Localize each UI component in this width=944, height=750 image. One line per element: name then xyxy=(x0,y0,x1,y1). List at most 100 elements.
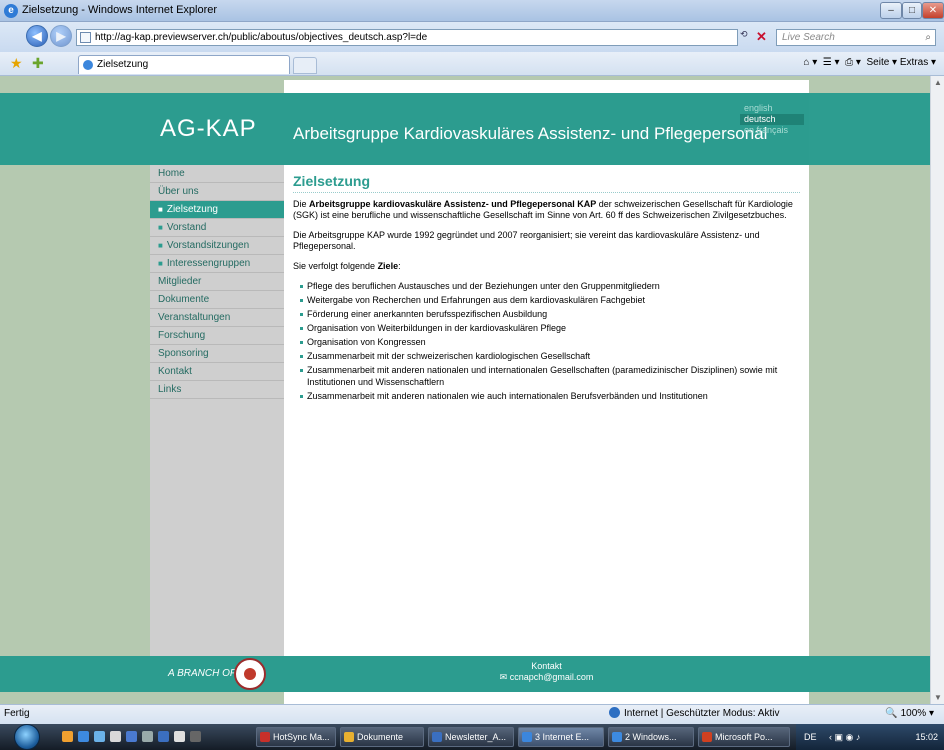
search-icon[interactable]: ⌕ xyxy=(925,30,931,45)
nav-item-interessengruppen[interactable]: ■ Interessengruppen xyxy=(150,255,284,273)
nav-item-label: Dokumente xyxy=(158,294,210,305)
nav-item-kontakt[interactable]: Kontakt xyxy=(150,363,284,381)
security-zone[interactable]: Internet | Geschützter Modus: Aktiv xyxy=(609,705,779,723)
start-button[interactable] xyxy=(14,724,40,750)
goal-item: Zusammenarbeit mit der schweizerischen k… xyxy=(300,351,800,363)
site-logo[interactable]: AG-KAP xyxy=(160,115,257,143)
site-container: AG-KAP Arbeitsgruppe Kardiovaskuläres As… xyxy=(150,76,809,704)
footer-email-text[interactable]: ccnapch@gmail.com xyxy=(510,672,594,682)
vertical-scrollbar[interactable]: ▲ ▼ xyxy=(930,76,944,704)
back-button[interactable]: ◀ xyxy=(26,25,48,47)
language-indicator[interactable]: DE xyxy=(804,732,817,742)
nav-item-über-uns[interactable]: Über uns xyxy=(150,183,284,201)
window-title: Zielsetzung - Windows Internet Explorer xyxy=(22,4,218,16)
nav-item-links[interactable]: Links xyxy=(150,381,284,399)
new-tab-button[interactable] xyxy=(293,57,317,74)
sgk-emblem-icon[interactable] xyxy=(234,658,266,690)
nav-bullet-icon: ■ xyxy=(158,205,163,214)
quicklaunch-icon[interactable] xyxy=(190,731,201,742)
zone-text: Internet | Geschützter Modus: Aktiv xyxy=(624,708,780,719)
language-switcher: english deutsch en français xyxy=(740,103,804,136)
taskbar-button[interactable]: Microsoft Po... xyxy=(698,727,790,747)
quicklaunch-icon[interactable] xyxy=(62,731,73,742)
goal-item: Organisation von Kongressen xyxy=(300,337,800,349)
p3-bold: Ziele xyxy=(377,261,399,271)
nav-item-home[interactable]: Home xyxy=(150,165,284,183)
email-icon: ✉ xyxy=(499,672,510,682)
taskbar-button-label: 2 Windows... xyxy=(625,732,677,742)
nav-item-label: Mitglieder xyxy=(158,276,202,287)
tray-icons[interactable]: ‹ ▣ ◉ ♪ xyxy=(829,732,860,742)
globe-icon xyxy=(609,707,620,718)
clock[interactable]: 15:02 xyxy=(915,724,938,750)
p3-pre: Sie verfolgt folgende xyxy=(293,261,378,271)
lang-francais[interactable]: en français xyxy=(740,125,804,136)
taskbar-button[interactable]: Newsletter_A... xyxy=(428,727,514,747)
nav-item-vorstandsitzungen[interactable]: ■ Vorstandsitzungen xyxy=(150,237,284,255)
maximize-button[interactable]: □ xyxy=(902,2,922,19)
command-labels[interactable]: Seite ▾ Extras ▾ xyxy=(866,57,936,68)
search-input[interactable]: Live Search ⌕ xyxy=(776,29,936,46)
taskbar-button-label: HotSync Ma... xyxy=(273,732,330,742)
tab-zielsetzung[interactable]: Zielsetzung xyxy=(78,55,290,74)
nav-bullet-icon: ■ xyxy=(158,259,163,268)
scroll-down-icon[interactable]: ▼ xyxy=(932,693,944,702)
address-text: http://ag-kap.previewserver.ch/public/ab… xyxy=(95,32,428,43)
quicklaunch-icon[interactable] xyxy=(110,731,121,742)
founding-paragraph: Die Arbeitsgruppe KAP wurde 1992 gegründ… xyxy=(293,230,760,251)
app-icon xyxy=(260,732,270,742)
minimize-button[interactable]: – xyxy=(880,2,902,19)
nav-item-zielsetzung[interactable]: ■ Zielsetzung xyxy=(150,201,284,219)
refresh-icon[interactable]: ⟲ xyxy=(740,29,748,40)
taskbar-button[interactable]: HotSync Ma... xyxy=(256,727,336,747)
nav-bullet-icon: ■ xyxy=(158,241,163,250)
nav-item-label: Über uns xyxy=(158,186,199,197)
print-icon[interactable]: ⎙ ▾ xyxy=(845,57,861,68)
footer-branch-text: A BRANCH OF xyxy=(168,668,236,679)
logo-area: AG-KAP xyxy=(150,93,284,165)
lang-deutsch[interactable]: deutsch xyxy=(740,114,804,125)
bottom-strip xyxy=(284,692,809,704)
stop-button[interactable]: ✕ xyxy=(756,29,770,45)
tab-ie-icon xyxy=(83,60,93,70)
taskbar-button[interactable]: Dokumente xyxy=(340,727,424,747)
nav-item-vorstand[interactable]: ■ Vorstand xyxy=(150,219,284,237)
goals-list: Pflege des beruflichen Austausches und d… xyxy=(300,281,800,402)
page-icon xyxy=(80,32,91,43)
footer-email[interactable]: ✉ ccnapch@gmail.com xyxy=(284,672,809,683)
top-strip xyxy=(284,80,809,93)
footer-left: A BRANCH OF xyxy=(150,656,284,692)
quicklaunch-icon[interactable] xyxy=(174,731,185,742)
nav-item-label: Vorstand xyxy=(166,222,207,233)
nav-item-dokumente[interactable]: Dokumente xyxy=(150,291,284,309)
quicklaunch-icon[interactable] xyxy=(126,731,137,742)
nav-item-sponsoring[interactable]: Sponsoring xyxy=(150,345,284,363)
close-button[interactable]: ✕ xyxy=(922,2,944,19)
quicklaunch-icon[interactable] xyxy=(142,731,153,742)
taskbar-button-label: 3 Internet E... xyxy=(535,732,590,742)
quicklaunch-icon[interactable] xyxy=(78,731,89,742)
nav-item-mitglieder[interactable]: Mitglieder xyxy=(150,273,284,291)
search-placeholder: Live Search xyxy=(782,32,835,43)
add-favorite-icon[interactable]: ✚ xyxy=(32,55,44,72)
feeds-icon[interactable]: ☰ ▾ xyxy=(823,57,840,68)
scroll-up-icon[interactable]: ▲ xyxy=(932,78,944,87)
home-icon[interactable]: ⌂ ▾ xyxy=(803,57,817,68)
quicklaunch-icon[interactable] xyxy=(94,731,105,742)
command-bar[interactable]: ⌂ ▾ ☰ ▾ ⎙ ▾ Seite ▾ Extras ▾ xyxy=(803,57,936,68)
taskbar-button[interactable]: 2 Windows... xyxy=(608,727,694,747)
goals-intro: Sie verfolgt folgende Ziele: xyxy=(293,261,800,272)
quicklaunch-icon[interactable] xyxy=(158,731,169,742)
nav-item-veranstaltungen[interactable]: Veranstaltungen xyxy=(150,309,284,327)
nav-item-forschung[interactable]: Forschung xyxy=(150,327,284,345)
system-tray: DE ‹ ▣ ◉ ♪ 15:02 xyxy=(796,724,944,750)
forward-button[interactable]: ▶ xyxy=(50,25,72,47)
taskbar-button[interactable]: 3 Internet E... xyxy=(518,727,604,747)
app-icon xyxy=(522,732,532,742)
favorites-star-icon[interactable]: ★ xyxy=(10,55,23,72)
favorites-bar: ★ ✚ Zielsetzung ⌂ ▾ ☰ ▾ ⎙ ▾ Seite ▾ Extr… xyxy=(0,52,944,76)
app-icon xyxy=(612,732,622,742)
address-input[interactable]: http://ag-kap.previewserver.ch/public/ab… xyxy=(76,29,738,46)
lang-english[interactable]: english xyxy=(740,103,804,114)
zoom-control[interactable]: 🔍 100% ▾ xyxy=(885,705,934,723)
